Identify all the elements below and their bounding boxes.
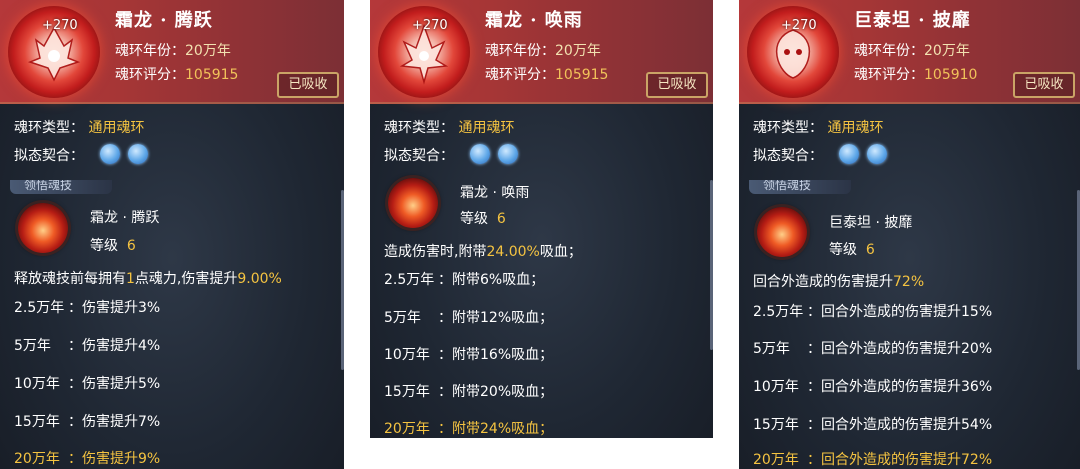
ring-year-line: 魂环年份：20万年	[485, 43, 601, 59]
bond-label: 拟态契合：	[14, 148, 84, 164]
bond-weapon-icon[interactable]	[498, 144, 518, 164]
ring-type-value: 通用魂环	[827, 120, 884, 136]
tier-row: 10万年 ：伤害提升5%	[14, 376, 161, 392]
ring-score-value: 105915	[185, 67, 239, 83]
tier-row: 15万年 ：伤害提升7%	[14, 414, 161, 430]
tier-row: 10万年 ：附带16%吸血；	[384, 347, 554, 363]
absorbed-badge: 已吸收	[1013, 72, 1075, 98]
skill-icon	[18, 203, 68, 253]
bond-label: 拟态契合：	[384, 148, 454, 164]
soul-ring-emblem-icon: +270	[378, 6, 470, 98]
skill-level-value: 6	[496, 211, 506, 227]
skill-level-value: 6	[865, 242, 875, 258]
ring-year-line: 魂环年份：20万年	[115, 43, 231, 59]
soul-ring-emblem-icon: +270	[747, 6, 839, 98]
tier-row: 2.5万年 ：伤害提升3%	[14, 300, 161, 316]
ring-name: 霜龙 · 唤雨	[485, 10, 583, 31]
soul-ring-card-1: +270 霜龙 · 腾跃 魂环年份：20万年 魂环评分：105915 已吸收 魂…	[0, 0, 344, 469]
ring-type-value: 通用魂环	[458, 120, 515, 136]
skill-description: 回合外造成的伤害提升72%	[753, 274, 925, 290]
ring-name: 霜龙 · 腾跃	[115, 10, 213, 31]
card-header: +270 霜龙 · 腾跃 魂环年份：20万年 魂环评分：105915 已吸收	[0, 0, 344, 104]
tier-row: 15万年 ：回合外造成的伤害提升54%	[753, 417, 993, 433]
skill-name: 霜龙 · 唤雨	[460, 185, 530, 201]
soul-ring-emblem-icon: +270	[8, 6, 100, 98]
bond-feather-icon[interactable]	[839, 144, 859, 164]
skill-icon	[388, 178, 438, 228]
scrollbar[interactable]	[341, 190, 344, 370]
skill-level-line: 等级 6	[460, 211, 506, 227]
ring-name: 巨泰坦 · 披靡	[854, 10, 971, 31]
skill-name: 霜龙 · 腾跃	[90, 210, 160, 226]
ring-year-value: 20万年	[555, 43, 601, 59]
card-header: +270 霜龙 · 唤雨 魂环年份：20万年 魂环评分：105915 已吸收	[370, 0, 713, 104]
tier-row: 5万年 ：回合外造成的伤害提升20%	[753, 341, 993, 357]
ring-year-value: 20万年	[924, 43, 970, 59]
bond-label: 拟态契合：	[753, 148, 823, 164]
skill-level-line: 等级 6	[90, 238, 136, 254]
section-tab: 领悟魂技	[10, 180, 112, 194]
card-header: +270 巨泰坦 · 披靡 魂环年份：20万年 魂环评分：105910 已吸收	[739, 0, 1080, 104]
ring-type-line: 魂环类型： 通用魂环	[14, 120, 145, 136]
enhance-level: +270	[781, 18, 817, 33]
tier-row-current: 20万年 ：伤害提升9%	[14, 451, 161, 467]
ring-score-value: 105910	[924, 67, 978, 83]
skill-description: 释放魂技前每拥有1点魂力,伤害提升9.00%	[14, 271, 282, 287]
tier-row: 5万年 ：伤害提升4%	[14, 338, 161, 354]
ring-year-value: 20万年	[185, 43, 231, 59]
skill-level-line: 等级 6	[829, 242, 875, 258]
skill-icon	[757, 207, 807, 257]
ring-year-line: 魂环年份：20万年	[854, 43, 970, 59]
soul-ring-card-2: +270 霜龙 · 唤雨 魂环年份：20万年 魂环评分：105915 已吸收 魂…	[370, 0, 713, 438]
absorbed-badge: 已吸收	[277, 72, 339, 98]
soul-ring-card-3: +270 巨泰坦 · 披靡 魂环年份：20万年 魂环评分：105910 已吸收 …	[739, 0, 1080, 469]
ring-score-line: 魂环评分：105915	[485, 67, 609, 83]
tier-row: 10万年 ：回合外造成的伤害提升36%	[753, 379, 993, 395]
ring-score-line: 魂环评分：105910	[854, 67, 978, 83]
ring-type-value: 通用魂环	[88, 120, 145, 136]
skill-name: 巨泰坦 · 披靡	[829, 215, 913, 231]
tier-row-current: 20万年 ：回合外造成的伤害提升72%	[753, 452, 993, 468]
bond-weapon-icon[interactable]	[128, 144, 148, 164]
ring-score-value: 105915	[555, 67, 609, 83]
absorbed-badge: 已吸收	[646, 72, 708, 98]
ring-type-line: 魂环类型： 通用魂环	[384, 120, 515, 136]
tier-row-current: 20万年 ：附带24%吸血；	[384, 421, 554, 437]
tier-row: 2.5万年 ：附带6%吸血；	[384, 272, 545, 288]
bond-weapon-icon[interactable]	[867, 144, 887, 164]
bond-feather-icon[interactable]	[470, 144, 490, 164]
section-tab: 领悟魂技	[749, 180, 851, 194]
ring-type-line: 魂环类型： 通用魂环	[753, 120, 884, 136]
tier-row: 5万年 ：附带12%吸血；	[384, 310, 554, 326]
enhance-level: +270	[42, 18, 78, 33]
skill-level-value: 6	[126, 238, 136, 254]
scrollbar[interactable]	[710, 180, 713, 350]
enhance-level: +270	[412, 18, 448, 33]
bond-feather-icon[interactable]	[100, 144, 120, 164]
tier-row: 2.5万年 ：回合外造成的伤害提升15%	[753, 304, 993, 320]
ring-score-line: 魂环评分：105915	[115, 67, 239, 83]
skill-description: 造成伤害时,附带24.00%吸血；	[384, 244, 582, 260]
tier-row: 15万年 ：附带20%吸血；	[384, 384, 554, 400]
